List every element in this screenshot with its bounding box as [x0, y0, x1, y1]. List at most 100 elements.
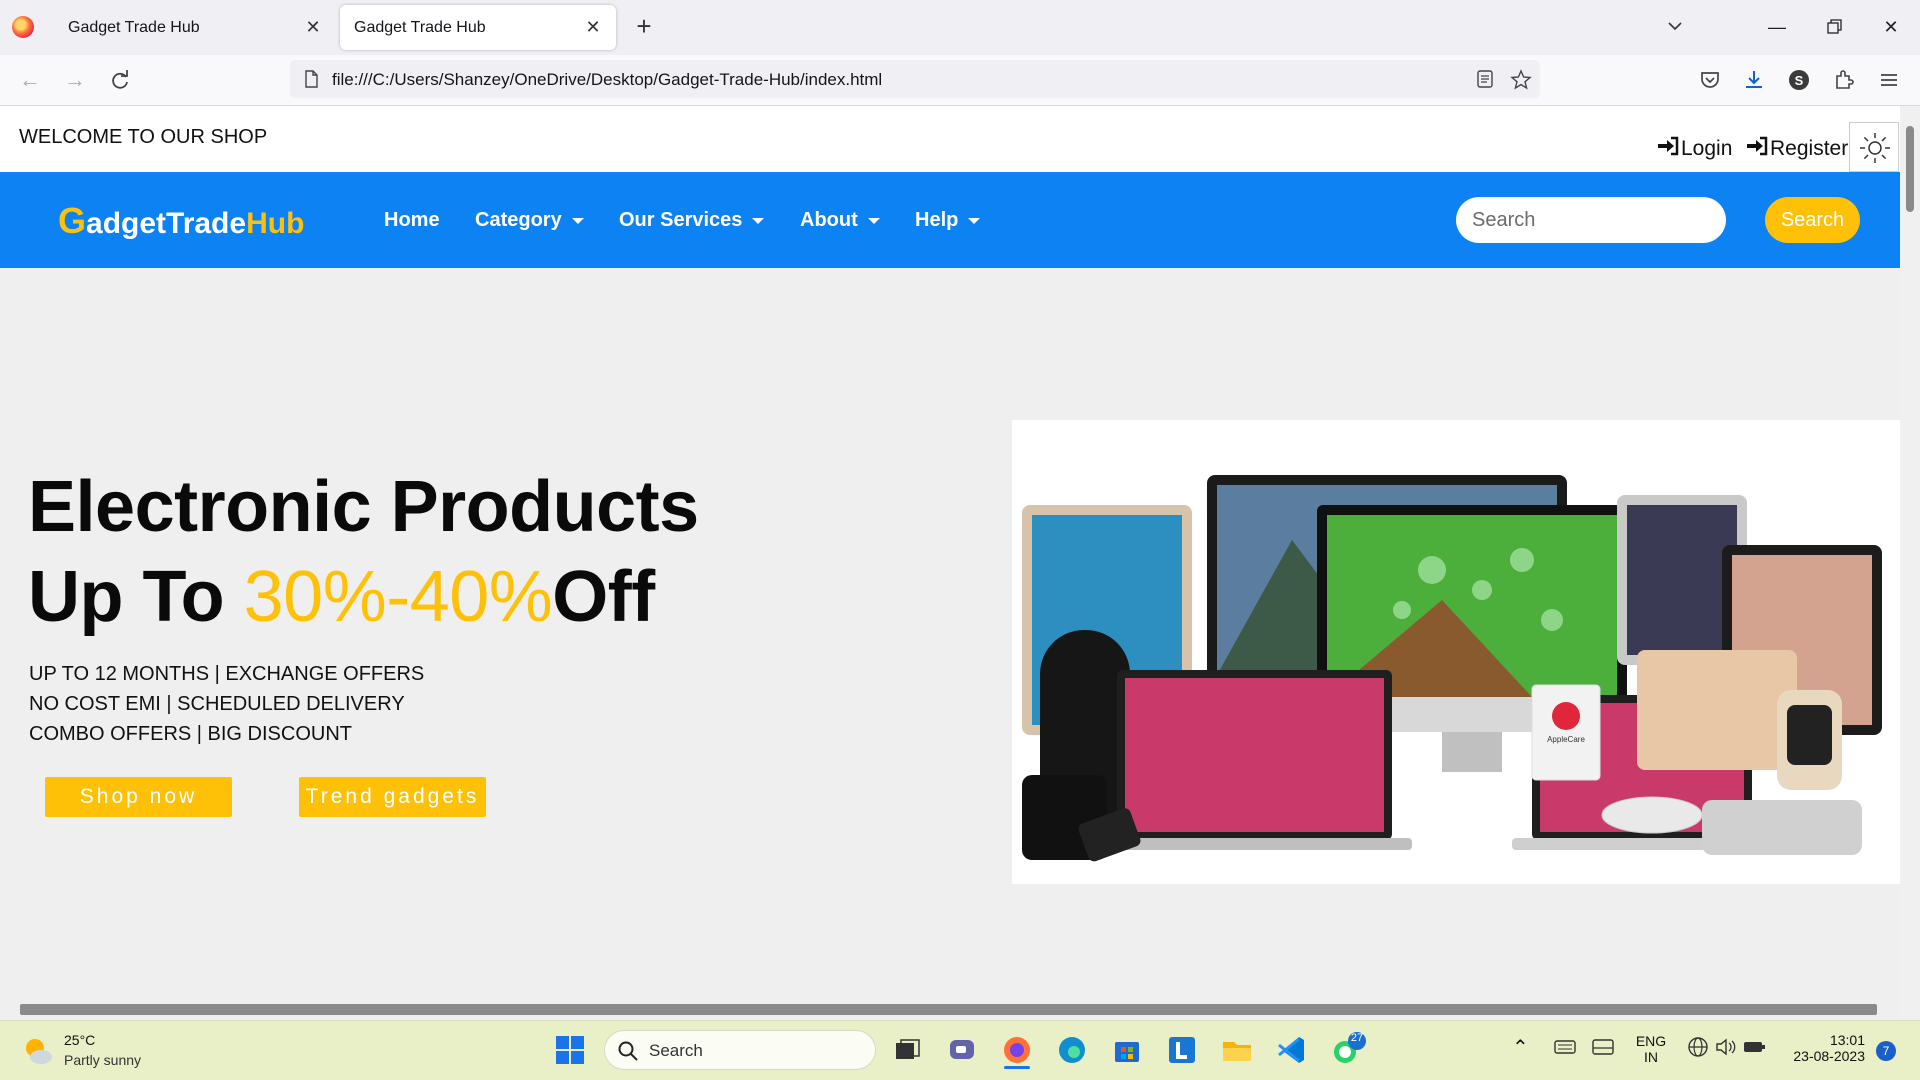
browser-tab[interactable]: Gadget Trade Hub ✕ [54, 5, 336, 50]
hero-offer-line: NO COST EMI | SCHEDULED DELIVERY [29, 693, 405, 715]
hero-offer-line: UP TO 12 MONTHS | EXCHANGE OFFERS [29, 663, 425, 685]
close-tab-icon[interactable]: ✕ [300, 14, 326, 40]
register-label: Register [1770, 137, 1849, 160]
brand-logo[interactable]: GadgetTradeHub [58, 200, 304, 242]
downloads-icon[interactable] [1742, 68, 1766, 92]
shop-now-button[interactable]: Shop now [45, 777, 232, 817]
start-windows-icon[interactable] [551, 1031, 589, 1069]
vscode-icon[interactable] [1273, 1031, 1311, 1069]
pen-touch-icon[interactable] [1588, 1032, 1626, 1070]
firefox-icon[interactable] [12, 16, 34, 38]
reload-icon[interactable] [105, 65, 135, 95]
caret-down-icon [571, 217, 584, 224]
hero-product-image: AppleCare [1012, 420, 1900, 884]
notification-badge[interactable]: 7 [1876, 1041, 1896, 1061]
new-tab-icon[interactable]: + [629, 11, 659, 41]
nav-home-label: Home [384, 209, 440, 231]
clock-date: 23-08-2023 [1793, 1048, 1865, 1064]
taskbar-search[interactable]: Search [604, 1030, 876, 1070]
task-view-icon[interactable] [888, 1031, 926, 1069]
file-icon [301, 69, 321, 89]
brand-part-trade: Trade [166, 207, 247, 240]
taskbar-search-label: Search [649, 1041, 703, 1060]
caret-down-icon [867, 217, 880, 224]
reader-view-icon[interactable] [1475, 69, 1495, 89]
edge-icon[interactable] [1053, 1031, 1091, 1069]
nav-help-dropdown[interactable]: Help [915, 209, 981, 232]
whatsapp-badge: 27 [1350, 1032, 1364, 1044]
weather-temperature: 25°C [64, 1032, 96, 1048]
search-icon [617, 1040, 639, 1067]
list-all-tabs-icon[interactable] [1660, 12, 1690, 42]
hero-offer-line: COMBO OFFERS | BIG DISCOUNT [29, 723, 352, 745]
browser-tab-active[interactable]: Gadget Trade Hub ✕ [340, 5, 616, 50]
firefox-taskbar-icon[interactable] [998, 1031, 1036, 1069]
keyboard-icon[interactable] [1550, 1032, 1588, 1070]
site-search-button[interactable]: Search [1765, 197, 1860, 243]
hero-heading-line2: Up To 30%-40%Off [28, 556, 655, 638]
account-initial: S [1795, 73, 1804, 88]
extensions-icon[interactable] [1832, 68, 1856, 92]
trend-gadgets-button[interactable]: Trend gadgets [299, 777, 486, 817]
applecare-label: AppleCare [1547, 735, 1585, 744]
nav-category-dropdown[interactable]: Category [475, 209, 584, 232]
minimize-icon[interactable]: — [1762, 12, 1792, 42]
nav-about-dropdown[interactable]: About [800, 209, 880, 232]
account-avatar-icon[interactable]: S [1787, 68, 1811, 92]
region-code: IN [1644, 1049, 1658, 1065]
weather-description: Partly sunny [64, 1052, 142, 1068]
language-code: ENG [1635, 1033, 1667, 1049]
menu-hamburger-icon[interactable] [1877, 68, 1901, 92]
clock-time: 13:01 [1829, 1032, 1865, 1048]
pocket-icon[interactable] [1698, 68, 1722, 92]
teams-chat-icon[interactable] [943, 1031, 981, 1069]
l-app-icon[interactable] [1163, 1031, 1201, 1069]
nav-help-label: Help [915, 209, 959, 231]
back-icon[interactable]: ← [15, 65, 45, 95]
microsoft-store-icon[interactable] [1108, 1031, 1146, 1069]
hero-heading-suffix: Off [552, 557, 655, 637]
hero-discount-percent: 30%-40% [243, 557, 553, 637]
battery-icon[interactable] [1739, 1032, 1777, 1070]
scrollbar-thumb[interactable] [1906, 126, 1914, 212]
nav-category-label: Category [475, 209, 562, 231]
bookmark-star-icon[interactable] [1510, 69, 1532, 90]
windows-taskbar: 25°C Partly sunny Search 27 ⌃ ENG IN 13:… [0, 1020, 1920, 1080]
login-label: Login [1681, 137, 1733, 160]
horizontal-scrollbar[interactable] [20, 1004, 1877, 1015]
login-link[interactable]: Login [1656, 135, 1732, 163]
sign-in-icon [1745, 135, 1769, 163]
language-indicator[interactable]: ENG IN [1634, 1033, 1668, 1065]
nav-our-services-label: Our Services [619, 209, 743, 231]
site-search-input[interactable] [1456, 197, 1726, 243]
close-tab-icon[interactable]: ✕ [580, 14, 606, 40]
register-link[interactable]: Register [1745, 135, 1848, 163]
site-navbar: GadgetTradeHub Home Category Our Service… [0, 172, 1900, 268]
file-explorer-icon[interactable] [1218, 1031, 1256, 1069]
nav-home[interactable]: Home [384, 209, 440, 232]
show-hidden-icons-chevron-icon[interactable]: ⌃ [1512, 1035, 1529, 1060]
theme-toggle-button[interactable] [1849, 122, 1899, 172]
clock[interactable]: 13:01 23-08-2023 [1775, 1032, 1865, 1064]
hero-heading-line1: Electronic Products [28, 467, 699, 547]
brand-letter-g: G [58, 200, 87, 241]
nav-about-label: About [800, 209, 858, 231]
restore-icon[interactable] [1819, 12, 1849, 42]
top-strip: WELCOME TO OUR SHOP Login Register [0, 106, 1900, 172]
caret-down-icon [752, 217, 765, 224]
vertical-scrollbar[interactable] [1900, 106, 1920, 1020]
sign-in-icon [1656, 135, 1680, 163]
brand-part-hub: Hub [246, 207, 305, 240]
address-bar[interactable]: file:///C:/Users/Shanzey/OneDrive/Deskto… [290, 60, 1540, 98]
browser-tab-bar: Gadget Trade Hub ✕ Gadget Trade Hub ✕ + … [0, 0, 1920, 55]
close-window-icon[interactable]: ✕ [1876, 12, 1906, 42]
nav-our-services-dropdown[interactable]: Our Services [619, 209, 765, 232]
weather-partly-sunny-icon[interactable] [22, 1035, 54, 1067]
caret-down-icon [968, 217, 981, 224]
web-page: WELCOME TO OUR SHOP Login Register Gadge… [0, 106, 1900, 1020]
forward-icon[interactable]: → [60, 65, 90, 95]
whatsapp-icon[interactable]: 27 [1328, 1031, 1366, 1069]
tab-title: Gadget Trade Hub [354, 19, 486, 36]
tab-title: Gadget Trade Hub [68, 19, 200, 36]
brand-part-adget: adget [86, 207, 167, 240]
